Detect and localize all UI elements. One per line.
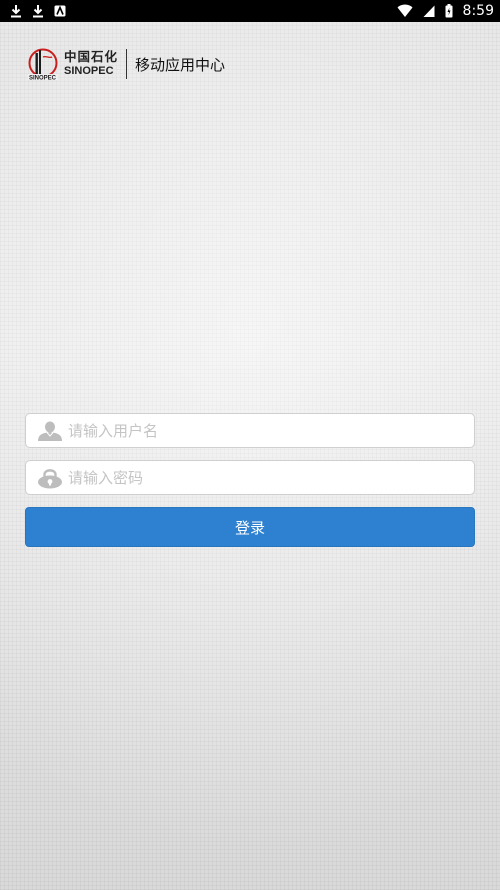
password-input[interactable] bbox=[68, 461, 474, 494]
status-bar-notifications bbox=[10, 4, 66, 18]
login-button[interactable]: 登录 bbox=[25, 507, 475, 547]
sinopec-logo-icon: SINOPEC bbox=[28, 48, 58, 81]
app-notification-icon bbox=[54, 5, 66, 17]
app-title: 移动应用中心 bbox=[135, 55, 226, 74]
header-divider bbox=[126, 49, 128, 79]
app-header: SINOPEC 中国石化 SINOPEC 移动应用中心 bbox=[26, 46, 225, 82]
download-icon bbox=[33, 5, 43, 18]
wifi-icon bbox=[397, 4, 413, 17]
username-input[interactable] bbox=[68, 414, 474, 447]
status-bar: 8:59 bbox=[0, 0, 500, 22]
brand-name-en: SINOPEC bbox=[64, 65, 114, 78]
brand-name-cn: 中国石化 bbox=[64, 48, 119, 64]
lock-icon bbox=[38, 468, 62, 488]
brand-wordmark: 中国石化 SINOPEC bbox=[64, 48, 119, 78]
user-icon bbox=[38, 421, 62, 441]
login-button-label: 登录 bbox=[234, 518, 265, 537]
status-bar-system: 8:59 bbox=[397, 3, 494, 19]
download-icon bbox=[11, 5, 21, 18]
battery-icon bbox=[445, 4, 453, 18]
password-field[interactable] bbox=[25, 460, 475, 495]
cell-signal-icon bbox=[423, 5, 435, 17]
status-time: 8:59 bbox=[462, 3, 494, 19]
svg-text:SINOPEC: SINOPEC bbox=[29, 76, 57, 81]
username-field[interactable] bbox=[25, 413, 475, 448]
